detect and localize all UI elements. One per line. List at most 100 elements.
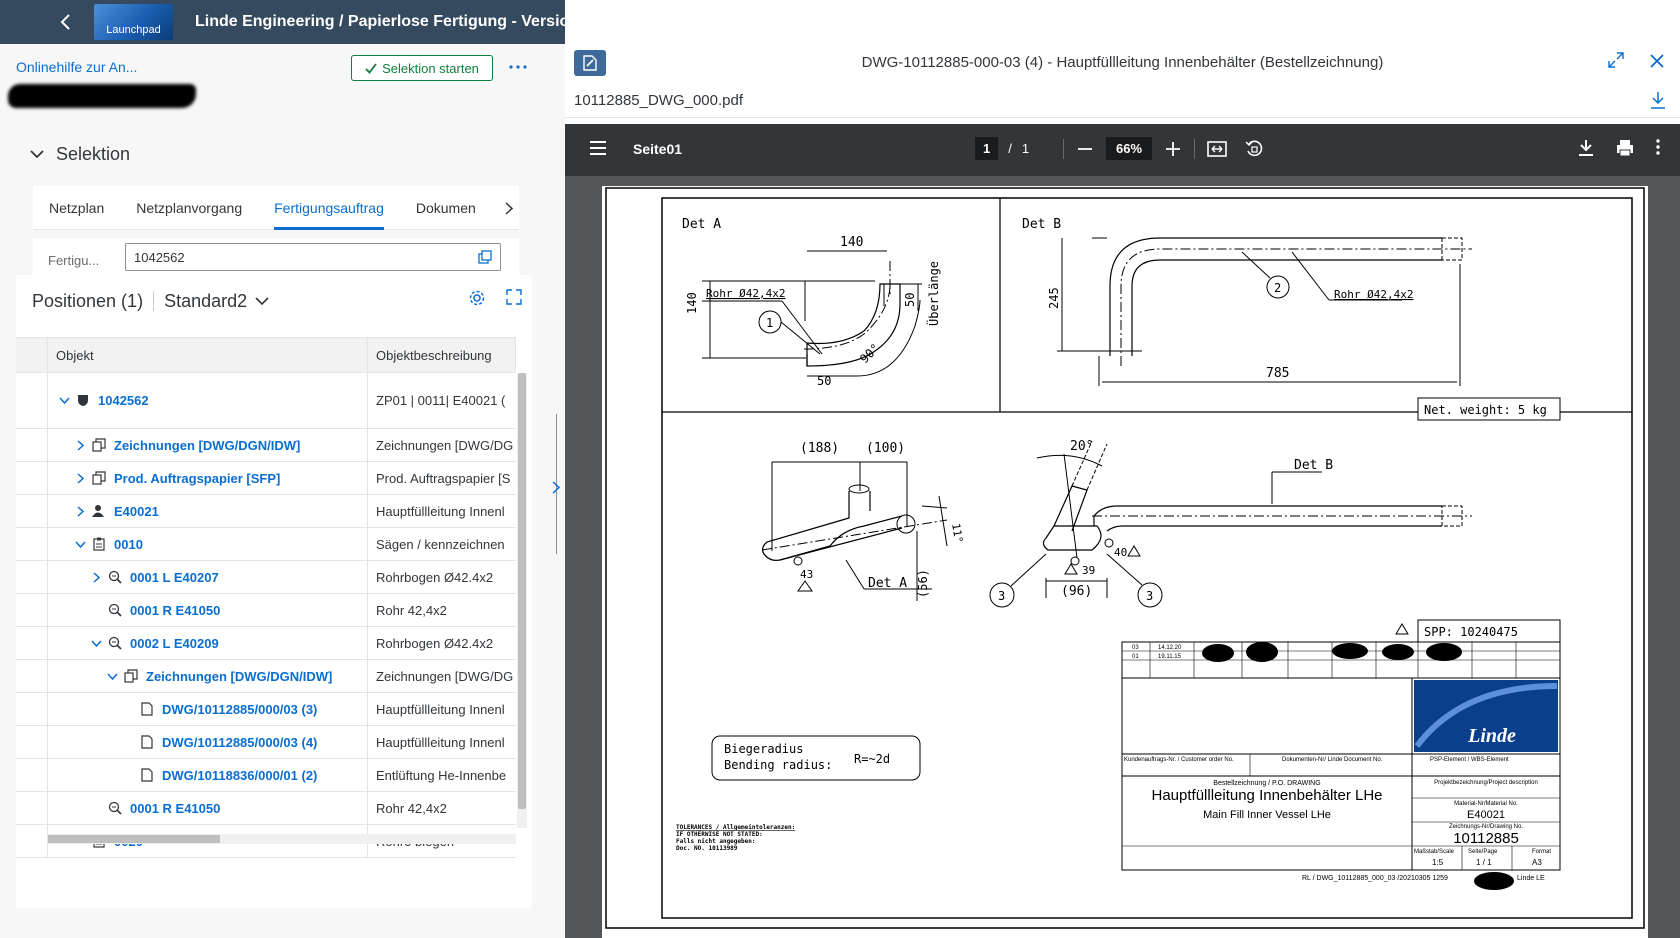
collapse-icon[interactable] [72,540,88,548]
object-link[interactable]: Prod. Auftragspapier [SFP] [114,471,280,486]
overflow-button[interactable] [505,54,531,80]
zoom-in-icon[interactable] [1166,141,1181,156]
order-input[interactable]: 1042562 [125,243,501,271]
object-link[interactable]: E40021 [114,504,159,519]
row-selector[interactable] [16,462,48,494]
download-icon[interactable] [1650,91,1666,109]
redacted-signature [1332,643,1368,659]
selection-header[interactable]: Selektion [30,144,130,165]
fullscreen-icon[interactable] [506,289,522,305]
row-selector[interactable] [16,594,48,626]
table-row[interactable]: 0001 R E41050 Rohr 42,4x2 [16,792,516,825]
print-icon[interactable] [1616,139,1634,157]
close-icon[interactable] [1650,54,1664,68]
collapse-icon[interactable] [104,672,120,680]
horizontal-scroll-thumb[interactable] [48,835,220,843]
positions-panel: Positionen (1) Standard2 Objekt Objektbe… [16,275,532,908]
description-cell: ZP01 | 0011| E40021 ( [376,393,506,408]
row-selector[interactable] [16,693,48,725]
tab-scroll-right[interactable] [505,186,513,230]
table-row[interactable]: DWG/10112885/000/03 (3) Hauptfüllleitung … [16,693,516,726]
document-icon [136,735,158,749]
pane-splitter[interactable] [548,44,565,938]
tab-dokumente[interactable]: Dokumen [400,186,492,230]
table-row[interactable]: Zeichnungen [DWG/DGN/IDW] Zeichnungen [DW… [16,660,516,693]
table-row[interactable]: 0001 L E40207 Rohrbogen Ø42.4x2 [16,561,516,594]
horizontal-scrollbar[interactable] [48,834,516,844]
back-button[interactable] [44,0,88,44]
settings-icon[interactable] [468,289,486,307]
row-selector[interactable] [16,825,48,857]
fit-page-icon[interactable] [1207,140,1227,158]
checkmark-icon [365,62,377,74]
row-selector[interactable] [16,495,48,527]
expand-icon[interactable] [88,571,104,583]
object-link[interactable]: 1042562 [98,393,149,408]
vertical-scroll-thumb[interactable] [518,373,526,809]
tab-netzplanvorgang[interactable]: Netzplanvorgang [120,186,258,230]
zoom-input[interactable]: 66% [1106,137,1153,160]
menu-icon[interactable] [589,140,607,156]
row-selector[interactable] [16,373,48,428]
value-help-icon[interactable] [478,250,492,264]
search-button[interactable] [565,0,609,44]
row-selector[interactable] [16,792,48,824]
expand-icon[interactable] [1608,52,1624,68]
table-row[interactable]: 0001 R E41050 Rohr 42,4x2 [16,594,516,627]
object-link[interactable]: 0010 [114,537,143,552]
collapse-icon[interactable] [88,639,104,647]
column-object[interactable]: Objekt [48,338,368,372]
object-link[interactable]: DWG/10118836/000/01 (2) [162,768,317,783]
row-selector[interactable] [16,726,48,758]
positions-title: Positionen (1) [32,290,144,311]
table-row[interactable]: E40021 Hauptfüllleitung Innenl [16,495,516,528]
vertical-scrollbar[interactable] [517,373,527,828]
file-name[interactable]: 10112885_DWG_000.pdf [574,92,743,109]
expand-icon[interactable] [72,439,88,451]
object-cell: Zeichnungen [DWG/DGN/IDW] [48,429,368,461]
tab-netzplan[interactable]: Netzplan [33,186,120,230]
more-vertical-icon[interactable] [1656,139,1660,155]
object-link[interactable]: 0001 R E41050 [130,603,220,618]
table-body: 1042562 ZP01 | 0011| E40021 ( Zeichnungen … [16,373,516,858]
selection-pane: Onlinehilfe zur An... Selektion starten … [0,44,548,938]
table-row[interactable]: 1042562 ZP01 | 0011| E40021 ( [16,373,516,429]
row-selector[interactable] [16,429,48,461]
column-description[interactable]: Objektbeschreibung [368,338,516,372]
start-selection-button[interactable]: Selektion starten [351,55,493,81]
object-link[interactable]: Zeichnungen [DWG/DGN/IDW] [114,438,300,453]
object-link[interactable]: DWG/10112885/000/03 (4) [162,735,317,750]
help-link[interactable]: Onlinehilfe zur An... [16,59,137,75]
collapse-icon[interactable] [56,397,72,404]
table-row[interactable]: Zeichnungen [DWG/DGN/IDW] Zeichnungen [DW… [16,429,516,462]
table-row[interactable]: DWG/10118836/000/01 (2) Entlüftung He-Inn… [16,759,516,792]
object-link[interactable]: 0001 R E41050 [130,801,220,816]
download-icon[interactable] [1578,139,1594,157]
row-selector[interactable] [16,627,48,659]
tab-fertigungsauftrag[interactable]: Fertigungsauftrag [258,186,400,230]
zoom-out-icon[interactable] [1078,147,1092,150]
rev-03-date: 14.12.20 [1158,645,1182,651]
launchpad-logo[interactable]: Launchpad [94,4,173,40]
row-selector[interactable] [16,561,48,593]
user-button[interactable] [609,0,653,44]
row-selector[interactable] [16,660,48,692]
row-selector[interactable] [16,528,48,560]
chevron-right-icon[interactable] [552,481,560,494]
object-link[interactable]: 0002 L E40209 [130,636,219,651]
object-link[interactable]: Zeichnungen [DWG/DGN/IDW] [146,669,332,684]
table-header: Objekt Objektbeschreibung [16,337,516,373]
table-row[interactable]: DWG/10112885/000/03 (4) Hauptfüllleitung … [16,726,516,759]
table-row[interactable]: 0010 Sägen / kennzeichnen [16,528,516,561]
row-selector[interactable] [16,759,48,791]
variant-selector[interactable]: Standard2 [164,291,269,312]
table-row[interactable]: Prod. Auftragspapier [SFP] Prod. Auftrags… [16,462,516,495]
rotate-icon[interactable] [1245,140,1263,158]
expand-icon[interactable] [72,505,88,517]
expand-icon[interactable] [72,472,88,484]
object-link[interactable]: DWG/10112885/000/03 (3) [162,702,317,717]
page-input[interactable]: 1 [975,137,999,160]
page-separator: / [1008,141,1012,156]
object-link[interactable]: 0001 L E40207 [130,570,219,585]
table-row[interactable]: 0002 L E40209 Rohrbogen Ø42.4x2 [16,627,516,660]
